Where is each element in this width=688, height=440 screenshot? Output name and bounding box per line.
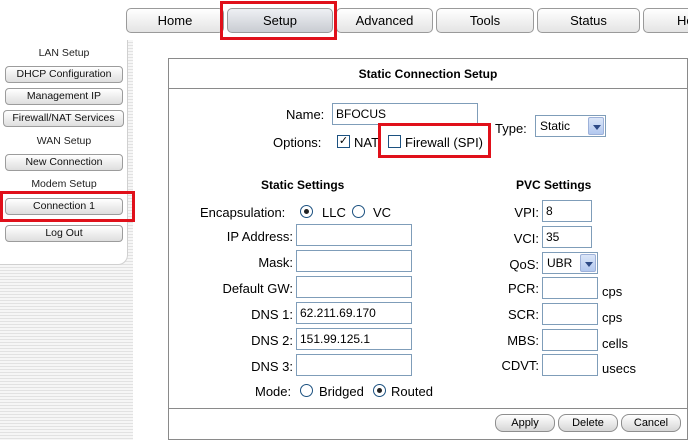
cdvt-label: CDVT: (501, 358, 539, 373)
chevron-down-icon (588, 117, 604, 135)
cdvt-input[interactable] (542, 354, 598, 376)
name-input[interactable]: BFOCUS (332, 103, 478, 125)
tab-status[interactable]: Status (537, 8, 640, 33)
type-select[interactable]: Static (535, 115, 606, 137)
vci-input[interactable]: 35 (542, 226, 592, 248)
vpi-input[interactable]: 8 (542, 200, 592, 222)
bridged-radio[interactable] (300, 384, 313, 397)
sidebar-item-firewall-nat-services[interactable]: Firewall/NAT Services (3, 110, 124, 127)
panel-footer-divider (169, 408, 687, 409)
vpi-label: VPI: (514, 205, 539, 220)
ip-address-label: IP Address: (226, 229, 293, 244)
type-label: Type: (495, 121, 527, 136)
sidebar-item-management-ip[interactable]: Management IP (5, 88, 123, 105)
sidebar-item-log-out[interactable]: Log Out (5, 225, 123, 242)
chevron-down-icon (580, 254, 596, 272)
scr-input[interactable] (542, 303, 598, 325)
firewall-spi-label: Firewall (SPI) (405, 135, 484, 150)
pcr-unit: cps (602, 284, 623, 299)
mbs-input[interactable] (542, 329, 598, 351)
qos-label: QoS: (509, 257, 539, 272)
apply-button[interactable]: Apply (495, 414, 555, 432)
options-label: Options: (273, 135, 322, 150)
ip-address-input[interactable] (296, 224, 412, 246)
dns3-label: DNS 3: (251, 359, 293, 374)
nat-checkbox[interactable]: ✓ (337, 135, 350, 148)
pvc-settings-heading: PVC Settings (516, 178, 592, 192)
default-gw-label: Default GW: (222, 281, 293, 296)
vc-radio[interactable] (352, 205, 365, 218)
mask-input[interactable] (296, 250, 412, 272)
routed-radio[interactable] (373, 384, 386, 397)
scr-label: SCR: (507, 307, 539, 322)
cancel-button[interactable]: Cancel (621, 414, 681, 432)
vc-label: VC (373, 205, 392, 220)
default-gw-input[interactable] (296, 276, 412, 298)
type-select-value: Static (540, 119, 571, 133)
sidebar: LAN Setup DHCP Configuration Management … (0, 40, 133, 440)
sidebar-item-new-connection[interactable]: New Connection (5, 154, 123, 171)
routed-label: Routed (391, 384, 433, 399)
delete-button[interactable]: Delete (558, 414, 618, 432)
name-label: Name: (286, 107, 325, 122)
qos-select[interactable]: UBR (542, 252, 598, 274)
qos-select-value: UBR (547, 256, 573, 270)
dns2-label: DNS 2: (251, 333, 293, 348)
tab-setup[interactable]: Setup (227, 8, 333, 33)
mode-label: Mode: (255, 384, 292, 399)
mbs-unit: cells (602, 336, 629, 351)
sidebar-heading-wan-setup: WAN Setup (36, 135, 92, 147)
tab-home[interactable]: Home (126, 8, 224, 33)
llc-label: LLC (322, 205, 346, 220)
sidebar-heading-lan-setup: LAN Setup (38, 47, 90, 59)
static-settings-heading: Static Settings (261, 178, 345, 192)
dns1-label: DNS 1: (251, 307, 293, 322)
bridged-label: Bridged (319, 384, 364, 399)
tab-help[interactable]: He (643, 8, 688, 33)
cdvt-unit: usecs (602, 361, 636, 376)
top-tab-bar: Home Setup Advanced Tools Status He (0, 0, 688, 40)
pcr-input[interactable] (542, 277, 598, 299)
nat-label: NAT (354, 135, 380, 150)
tab-tools[interactable]: Tools (436, 8, 534, 33)
sidebar-panel: LAN Setup DHCP Configuration Management … (0, 40, 128, 265)
mbs-label: MBS: (507, 333, 539, 348)
dns3-input[interactable] (296, 354, 412, 376)
llc-radio[interactable] (300, 205, 313, 218)
sidebar-item-dhcp-configuration[interactable]: DHCP Configuration (5, 66, 123, 83)
mask-label: Mask: (258, 255, 293, 270)
scr-unit: cps (602, 310, 623, 325)
sidebar-item-connection-1[interactable]: Connection 1 (5, 198, 123, 215)
firewall-spi-checkbox[interactable] (388, 135, 401, 148)
static-connection-panel: Static Connection Setup Name: BFOCUS Opt… (168, 58, 688, 440)
panel-title: Static Connection Setup (169, 59, 687, 89)
sidebar-heading-modem-setup: Modem Setup (31, 178, 97, 190)
tab-advanced[interactable]: Advanced (336, 8, 433, 33)
vci-label: VCI: (513, 231, 539, 246)
dns2-input[interactable]: 151.99.125.1 (296, 328, 412, 350)
encapsulation-label: Encapsulation: (200, 205, 286, 220)
pcr-label: PCR: (507, 281, 539, 296)
dns1-input[interactable]: 62.211.69.170 (296, 302, 412, 324)
